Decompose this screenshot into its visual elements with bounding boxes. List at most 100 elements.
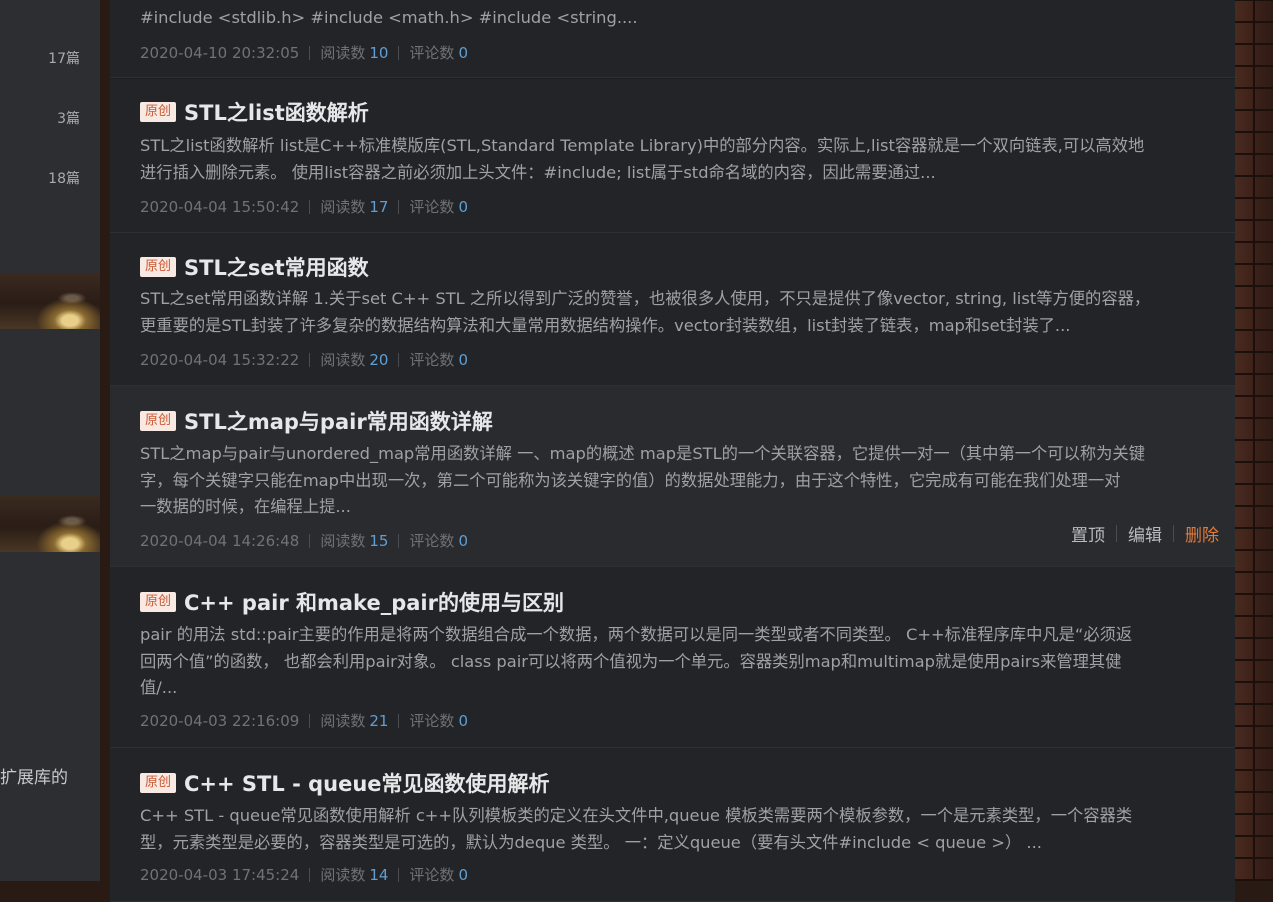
article-meta: 2020-04-03 17:45:24 阅读数 14 评论数 0	[140, 864, 468, 885]
article-title[interactable]: STL之list函数解析	[184, 97, 369, 127]
article-meta: 2020-04-04 15:32:22 阅读数 20 评论数 0	[140, 349, 468, 370]
article-meta: 2020-04-03 22:16:09 阅读数 21 评论数 0	[140, 710, 468, 731]
article-actions: 置顶 编辑 删除	[1071, 521, 1219, 546]
divider	[398, 867, 400, 882]
divider	[398, 45, 400, 60]
article-date: 2020-04-04 14:26:48	[140, 531, 300, 550]
article-summary[interactable]: STL之map与pair与unordered_map常用函数详解 一、map的概…	[140, 441, 1208, 521]
divider	[309, 352, 311, 367]
summary-line: #include <stdlib.h> #include <math.h> #i…	[140, 8, 638, 27]
article-list: #include <stdlib.h> #include <math.h> #i…	[110, 0, 1235, 902]
read-count-label: 阅读数	[320, 712, 366, 730]
comment-count-label: 评论数	[409, 44, 455, 62]
divider	[309, 713, 311, 728]
article-date: 2020-04-10 20:32:05	[140, 43, 300, 62]
edit-button[interactable]: 编辑	[1128, 521, 1162, 546]
original-badge: 原创	[140, 411, 177, 431]
thumbnail-image[interactable]	[0, 273, 100, 329]
article-summary[interactable]: #include <stdlib.h> #include <math.h> #i…	[140, 5, 1208, 32]
read-count-label: 阅读数	[320, 866, 366, 884]
summary-line: 进行插入删除元素。 使用list容器之前必须加上头文件：#include; li…	[140, 162, 936, 182]
read-count: 17	[369, 197, 389, 216]
divider	[1116, 525, 1117, 542]
category-count[interactable]: 18篇	[48, 168, 80, 188]
comment-count: 0	[458, 43, 468, 62]
article-meta: 2020-04-10 20:32:05 阅读数 10 评论数 0	[140, 42, 468, 63]
read-count: 20	[369, 350, 389, 369]
comment-count: 0	[458, 197, 468, 216]
article-header: 原创 STL之set常用函数	[140, 252, 369, 282]
article-meta: 2020-04-04 14:26:48 阅读数 15 评论数 0	[140, 530, 468, 551]
original-badge: 原创	[140, 773, 177, 793]
divider	[398, 199, 400, 214]
article-header: 原创 C++ pair 和make_pair的使用与区别	[140, 587, 564, 617]
comment-count-label: 评论数	[409, 351, 455, 369]
summary-line: STL之list函数解析 list是C++标准模版库(STL,Standard …	[140, 136, 1145, 155]
summary-line: C++ STL - queue常见函数使用解析 c++队列模板类的定义在头文件中…	[140, 806, 1133, 825]
article-item[interactable]: 原创 STL之list函数解析 STL之list函数解析 list是C++标准模…	[110, 79, 1235, 233]
article-summary[interactable]: pair 的用法 std::pair主要的作用是将两个数据组合成一个数据，两个数…	[140, 622, 1208, 702]
read-count: 15	[369, 531, 389, 550]
article-title[interactable]: STL之map与pair常用函数详解	[184, 406, 493, 436]
delete-button[interactable]: 删除	[1185, 521, 1219, 546]
article-summary[interactable]: STL之set常用函数详解 1.关于set C++ STL 之所以得到广泛的赞誉…	[140, 286, 1208, 339]
divider	[309, 45, 311, 60]
summary-line: 回两个值”的函数， 也都会利用pair对象。 class pair可以将两个值视…	[140, 651, 1122, 671]
article-item[interactable]: 原创 STL之set常用函数 STL之set常用函数详解 1.关于set C++…	[110, 233, 1235, 386]
read-count: 10	[369, 43, 389, 62]
article-title[interactable]: C++ STL - queue常见函数使用解析	[184, 768, 550, 798]
comment-count: 0	[458, 711, 468, 730]
article-title[interactable]: C++ pair 和make_pair的使用与区别	[184, 587, 564, 617]
read-count-label: 阅读数	[320, 44, 366, 62]
summary-line: 型，元素类型是必要的，容器类型是可选的，默认为deque 类型。 一：定义que…	[140, 832, 1042, 852]
summary-line: 一数据的时候，在编程上提...	[140, 497, 351, 516]
read-count-label: 阅读数	[320, 198, 366, 216]
divider	[309, 533, 311, 548]
original-badge: 原创	[140, 257, 177, 277]
summary-line: pair 的用法 std::pair主要的作用是将两个数据组合成一个数据，两个数…	[140, 625, 1133, 644]
summary-line: STL之map与pair与unordered_map常用函数详解 一、map的概…	[140, 444, 1145, 463]
article-item[interactable]: 原创 C++ STL - queue常见函数使用解析 C++ STL - que…	[110, 748, 1235, 902]
summary-line: 值/...	[140, 678, 178, 697]
article-header: 原创 STL之map与pair常用函数详解	[140, 406, 493, 436]
divider	[398, 533, 400, 548]
comment-count: 0	[458, 350, 468, 369]
divider	[309, 199, 311, 214]
category-count[interactable]: 17篇	[48, 48, 80, 68]
article-item[interactable]: #include <stdlib.h> #include <math.h> #i…	[110, 0, 1235, 78]
article-header: 原创 C++ STL - queue常见函数使用解析	[140, 768, 550, 798]
summary-line: 更重要的是STL封装了许多复杂的数据结构算法和大量常用数据结构操作。vector…	[140, 315, 1071, 335]
divider	[309, 867, 311, 882]
divider	[398, 352, 400, 367]
read-count-label: 阅读数	[320, 351, 366, 369]
comment-count-label: 评论数	[409, 198, 455, 216]
article-header: 原创 STL之list函数解析	[140, 97, 369, 127]
article-date: 2020-04-03 22:16:09	[140, 711, 300, 730]
pin-button[interactable]: 置顶	[1071, 521, 1105, 546]
category-count[interactable]: 3篇	[57, 108, 80, 128]
original-badge: 原创	[140, 102, 177, 122]
sidebar-snippet[interactable]: 扩展库的	[0, 763, 68, 788]
article-item[interactable]: 原创 STL之map与pair常用函数详解 STL之map与pair与unord…	[110, 386, 1235, 567]
article-summary[interactable]: STL之list函数解析 list是C++标准模版库(STL,Standard …	[140, 133, 1208, 186]
comment-count-label: 评论数	[409, 866, 455, 884]
article-date: 2020-04-04 15:50:42	[140, 197, 300, 216]
divider	[398, 713, 400, 728]
thumbnail-image[interactable]	[0, 496, 100, 552]
article-item[interactable]: 原创 C++ pair 和make_pair的使用与区别 pair 的用法 st…	[110, 567, 1235, 748]
article-date: 2020-04-04 15:32:22	[140, 350, 300, 369]
brick-background	[1235, 0, 1273, 881]
comment-count: 0	[458, 531, 468, 550]
article-summary[interactable]: C++ STL - queue常见函数使用解析 c++队列模板类的定义在头文件中…	[140, 803, 1208, 856]
original-badge: 原创	[140, 592, 177, 612]
comment-count-label: 评论数	[409, 532, 455, 550]
article-meta: 2020-04-04 15:50:42 阅读数 17 评论数 0	[140, 196, 468, 217]
summary-line: 字，每个关键字只能在map中出现一次，第二个可能称为该关键字的值）的数据处理能力…	[140, 470, 1121, 490]
left-sidebar: 17篇 3篇 18篇 扩展库的	[0, 0, 100, 881]
article-title[interactable]: STL之set常用函数	[184, 252, 369, 282]
read-count: 21	[369, 711, 389, 730]
read-count-label: 阅读数	[320, 532, 366, 550]
summary-line: STL之set常用函数详解 1.关于set C++ STL 之所以得到广泛的赞誉…	[140, 289, 1151, 308]
comment-count-label: 评论数	[409, 712, 455, 730]
divider	[1173, 525, 1174, 542]
